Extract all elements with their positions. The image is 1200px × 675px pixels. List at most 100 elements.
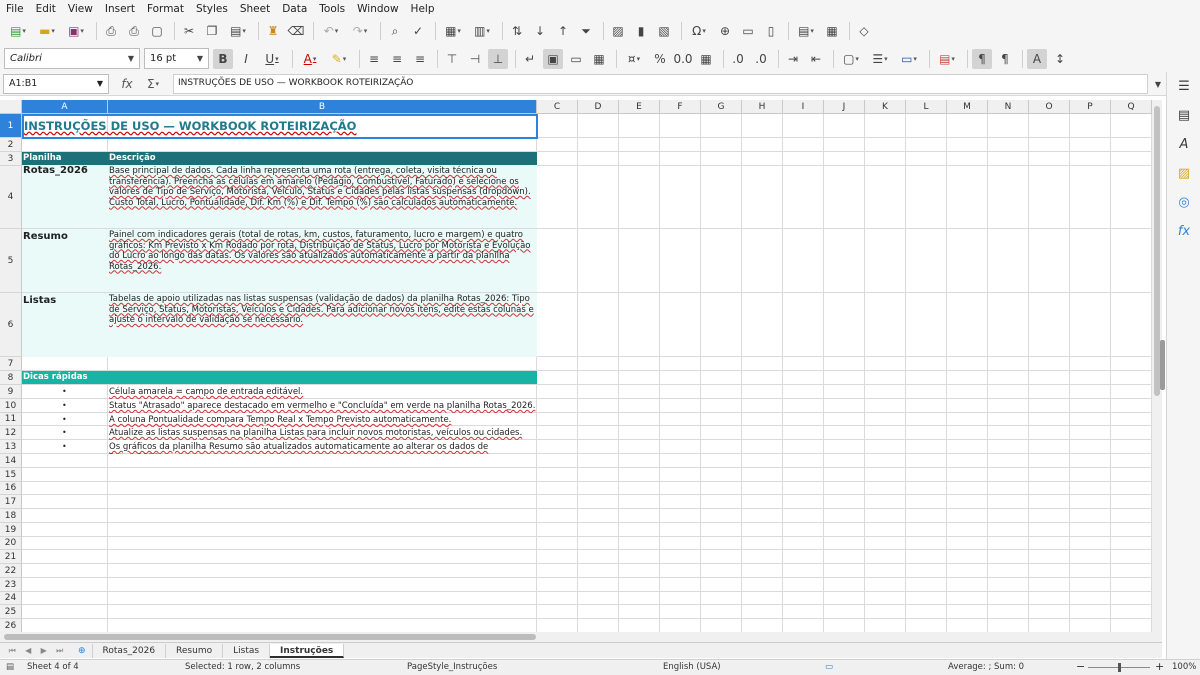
define-print-area-icon[interactable]: ▤ [793,21,819,41]
autofilter-icon[interactable]: ⏷ [576,21,596,41]
row-header-2[interactable]: 2 [0,138,22,152]
page-style[interactable]: PageStyle_Instruções [407,662,497,672]
tab-rotas-2026[interactable]: Rotas_2026 [93,643,167,658]
row-header-20[interactable]: 20 [0,537,22,550]
column-header-b[interactable]: B [108,100,537,114]
row-header-7[interactable]: 7 [0,357,22,371]
selection-mode-icon[interactable]: ▭ [825,662,833,672]
spelling-icon[interactable]: ✓ [408,21,428,41]
previous-sheet-icon[interactable]: ◀ [25,646,31,655]
print-icon[interactable]: ⎙ [124,21,144,41]
center-vertically-icon[interactable]: ⊣ [465,49,485,69]
navigator-icon[interactable]: ◎ [1174,192,1194,212]
row-header-1[interactable]: 1 [0,114,22,138]
freeze-rows-columns-icon[interactable]: ▦ [822,21,842,41]
row-header-26[interactable]: 26 [0,619,22,632]
align-center-icon[interactable]: ≡ [387,49,407,69]
column-header-p[interactable]: P [1070,100,1111,114]
menu-help[interactable]: Help [411,3,435,15]
italic-icon[interactable]: I [236,49,256,69]
menu-file[interactable]: File [6,3,24,15]
merge-center-icon[interactable]: ▣ [543,48,563,69]
clone-formatting-icon[interactable]: ♜ [263,21,283,41]
sum-icon[interactable]: Σ [140,74,166,94]
row-header-8[interactable]: 8 [0,371,22,385]
vertical-text-icon[interactable]: A [1027,48,1047,69]
find-replace-icon[interactable]: ⌕ [385,21,405,41]
unmerge-cells-icon[interactable]: ▦ [589,49,609,69]
zoom-slider-knob[interactable] [1118,663,1121,672]
hyperlink-icon[interactable]: ⊕ [715,21,735,41]
first-sheet-icon[interactable]: ⏮ [9,646,16,656]
menu-insert[interactable]: Insert [105,3,135,15]
border-style-icon[interactable]: ☰ [867,49,893,69]
underline-icon[interactable]: U [259,49,285,69]
border-color-icon[interactable]: ▭ [896,49,922,69]
wrap-text-icon[interactable]: ↵ [520,49,540,69]
align-left-icon[interactable]: ≡ [364,49,384,69]
entry-name-cell[interactable]: Resumo [22,229,108,292]
sort-ascending-icon[interactable]: ↓ [530,21,550,41]
font-name-box[interactable]: Calibri ▼ [4,48,140,69]
menu-styles[interactable]: Styles [196,3,228,15]
conditional-format-icon[interactable]: ▤ [934,49,960,69]
copy-icon[interactable]: ❐ [202,21,222,41]
column-icon[interactable]: ▥ [469,21,495,41]
special-character-icon[interactable]: Ω [686,21,712,41]
row-header-12[interactable]: 12 [0,426,22,440]
align-top-icon[interactable]: ⊤ [442,49,462,69]
row-header-15[interactable]: 15 [0,468,22,482]
comment-icon[interactable]: ▭ [738,21,758,41]
tip-text[interactable]: Status "Atrasado" aparece destacado em v… [108,400,537,413]
insert-chart-icon[interactable]: ▮ [631,21,651,41]
functions-icon[interactable]: fx [1174,221,1194,241]
menu-data[interactable]: Data [282,3,307,15]
tip-text[interactable]: Os gráficos da planilha Resumo são atual… [108,441,537,454]
column-header-q[interactable]: Q [1111,100,1152,114]
gallery-icon[interactable]: ▨ [1174,163,1194,183]
menu-edit[interactable]: Edit [36,3,56,15]
styles-icon[interactable]: A [1174,134,1194,154]
column-header-d[interactable]: D [578,100,619,114]
formula-input[interactable]: INSTRUÇÕES DE USO — WORKBOOK ROTEIRIZAÇÃ… [173,74,1148,94]
column-header-a[interactable]: A [22,100,108,114]
number-format-icon[interactable]: 0.0 [673,49,693,69]
currency-format-icon[interactable]: ¤ [621,49,647,69]
text-direction-left-right-icon[interactable]: ¶ [972,48,992,69]
row-header-22[interactable]: 22 [0,564,22,578]
column-header-c[interactable]: C [537,100,578,114]
row-header-24[interactable]: 24 [0,592,22,605]
export-pdf-icon[interactable]: ⎙ [101,21,121,41]
entry-name-cell[interactable]: Rotas_2026 [22,165,108,228]
entry-description[interactable]: Base principal de dados. Cada linha repr… [108,165,537,228]
tips-header[interactable]: Dicas rápidas [22,371,537,384]
menu-tools[interactable]: Tools [319,3,345,15]
merge-cells-icon[interactable]: ▭ [566,49,586,69]
title-cell[interactable]: INSTRUÇÕES DE USO — WORKBOOK ROTEIRIZAÇÃ… [23,114,537,138]
column-header-j[interactable]: J [824,100,865,114]
row-header-16[interactable]: 16 [0,482,22,495]
row-header-25[interactable]: 25 [0,605,22,619]
new-document-icon[interactable]: ▤ [5,21,31,41]
row-header-23[interactable]: 23 [0,578,22,592]
align-bottom-icon[interactable]: ⊥ [488,48,508,69]
expand-formula-bar-icon[interactable]: ▼ [1148,74,1168,94]
header-descricao[interactable]: Descrição [108,152,537,165]
menu-window[interactable]: Window [357,3,398,15]
properties-icon[interactable]: ▤ [1174,105,1194,125]
column-header-e[interactable]: E [619,100,660,114]
sort-icon[interactable]: ⇅ [507,21,527,41]
row-header-13[interactable]: 13 [0,440,22,454]
row-header-9[interactable]: 9 [0,385,22,399]
select-all-corner[interactable] [0,100,22,114]
tab-listas[interactable]: Listas [223,643,271,658]
tip-text[interactable]: Atualize as listas suspensas na planilha… [108,427,537,440]
tip-text[interactable]: A coluna Pontualidade compara Tempo Real… [108,414,537,427]
add-sheet-icon[interactable]: ⊕ [72,643,93,658]
column-header-o[interactable]: O [1029,100,1070,114]
row-header-3[interactable]: 3 [0,152,22,166]
column-header-f[interactable]: F [660,100,701,114]
column-header-i[interactable]: I [783,100,824,114]
percent-format-icon[interactable]: % [650,49,670,69]
delete-decimal-icon[interactable]: .0 [751,49,771,69]
